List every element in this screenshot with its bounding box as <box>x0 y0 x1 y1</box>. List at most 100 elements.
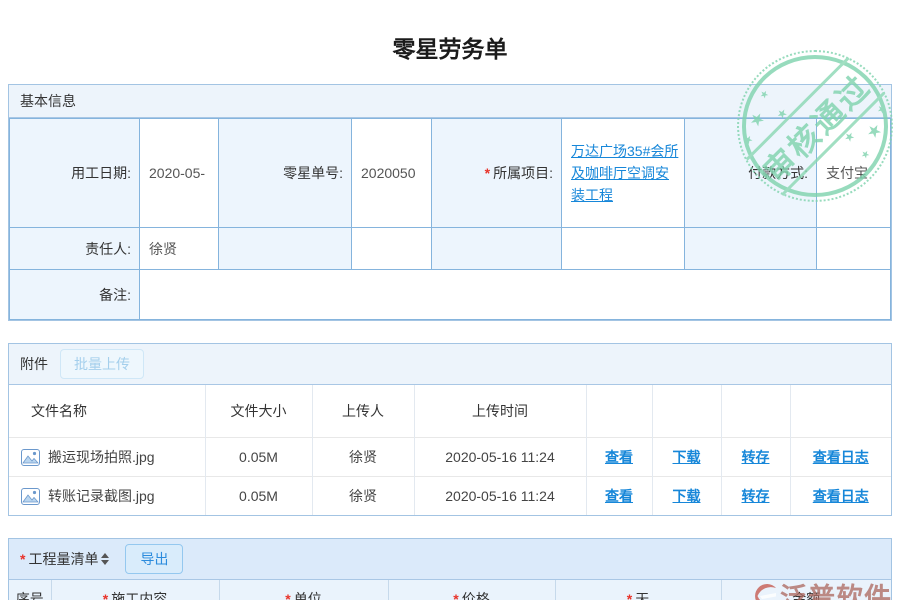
field-value-labor-date: 2020-05- <box>140 119 219 228</box>
file-size: 0.05M <box>205 438 312 477</box>
table-header-row: 文件名称 文件大小 上传人 上传时间 <box>9 385 891 438</box>
basic-info-title: 基本信息 <box>20 91 76 111</box>
sort-down-icon <box>101 560 109 565</box>
basic-info-panel: 基本信息 用工日期: 2020-05- 零星单号: 2020050 *所属项目:… <box>8 84 892 321</box>
label-text: 备注: <box>99 287 131 303</box>
required-asterisk: * <box>103 591 108 600</box>
field-label-order-number: 零星单号: <box>219 119 352 228</box>
col-upload-time: 上传时间 <box>414 385 586 438</box>
action-cell: 查看 <box>586 477 652 516</box>
required-asterisk: * <box>627 591 632 600</box>
attachments-panel: 附件 批量上传 文件名称 文件大小 上传人 上传时间 搬运现场拍照.jpg 0.… <box>8 343 892 516</box>
upload-time: 2020-05-16 11:24 <box>414 438 586 477</box>
col-amount: 金额 <box>721 580 891 600</box>
empty-cell <box>352 228 432 270</box>
page-title: 零星劳务单 <box>0 30 900 62</box>
value-text: 徐贤 <box>149 241 177 257</box>
table-row: 责任人: 徐贤 <box>10 228 891 270</box>
file-name: 转账记录截图.jpg <box>48 486 155 506</box>
col-uploader: 上传人 <box>312 385 414 438</box>
attachments-table: 文件名称 文件大小 上传人 上传时间 搬运现场拍照.jpg 0.05M 徐贤 2… <box>9 385 891 515</box>
field-value-payment-method: 支付宝 <box>817 119 891 228</box>
transfer-link[interactable]: 转存 <box>742 449 770 465</box>
value-text: 2020050 <box>361 165 416 181</box>
table-row: 转账记录截图.jpg 0.05M 徐贤 2020-05-16 11:24 查看 … <box>9 477 891 516</box>
label-text: 所属项目: <box>493 165 553 181</box>
action-cell: 查看日志 <box>790 477 891 516</box>
basic-info-header: 基本信息 <box>9 85 891 118</box>
col-action <box>586 385 652 438</box>
export-button[interactable]: 导出 <box>125 544 183 574</box>
table-row: 备注: <box>10 270 891 320</box>
boq-panel: * 工程量清单 导出 序号 *施工内容 *单位 *价格 *天 金额 1 空调搬运… <box>8 538 892 600</box>
empty-cell <box>219 228 352 270</box>
field-value-responsible-person: 徐贤 <box>140 228 219 270</box>
download-link[interactable]: 下载 <box>673 488 701 504</box>
col-label: 天 <box>635 591 649 600</box>
attachments-title: 附件 <box>20 354 48 374</box>
col-unit: * 单位 <box>219 580 388 600</box>
col-construction-content: *施工内容 <box>51 580 219 600</box>
label-text: 付款方式: <box>748 165 808 181</box>
required-asterisk: * <box>20 551 25 567</box>
field-label-labor-date: 用工日期: <box>10 119 140 228</box>
image-file-icon <box>21 488 40 505</box>
empty-cell <box>817 228 891 270</box>
uploader: 徐贤 <box>312 477 414 516</box>
uploader: 徐贤 <box>312 438 414 477</box>
col-serial: 序号 <box>9 580 51 600</box>
sort-up-icon <box>101 553 109 558</box>
action-cell: 下载 <box>652 477 721 516</box>
view-log-link[interactable]: 查看日志 <box>813 449 869 465</box>
table-row: 搬运现场拍照.jpg 0.05M 徐贤 2020-05-16 11:24 查看 … <box>9 438 891 477</box>
empty-cell <box>562 228 685 270</box>
table-row: 用工日期: 2020-05- 零星单号: 2020050 *所属项目: 万达广场… <box>10 119 891 228</box>
upload-time: 2020-05-16 11:24 <box>414 477 586 516</box>
required-asterisk: * <box>485 165 490 181</box>
col-price: *价格 <box>388 580 555 600</box>
col-label: 施工内容 <box>111 591 167 600</box>
project-link[interactable]: 万达广场35#会所及咖啡厅空调安装工程 <box>571 143 678 203</box>
empty-cell <box>685 228 817 270</box>
field-label-remarks: 备注: <box>10 270 140 320</box>
col-label: 序号 <box>16 591 44 600</box>
transfer-link[interactable]: 转存 <box>742 488 770 504</box>
required-asterisk: * <box>285 591 290 600</box>
field-value-project: 万达广场35#会所及咖啡厅空调安装工程 <box>562 119 685 228</box>
download-link[interactable]: 下载 <box>673 449 701 465</box>
action-cell: 查看 <box>586 438 652 477</box>
col-label: 金额 <box>792 591 820 600</box>
empty-cell <box>432 228 562 270</box>
image-file-icon <box>21 449 40 466</box>
col-label: 价格 <box>462 591 490 600</box>
col-action <box>721 385 790 438</box>
label-text: 责任人: <box>85 241 131 257</box>
view-log-link[interactable]: 查看日志 <box>813 488 869 504</box>
view-link[interactable]: 查看 <box>605 449 633 465</box>
file-name: 搬运现场拍照.jpg <box>48 447 155 467</box>
value-text: 支付宝 <box>826 165 868 181</box>
col-file-size: 文件大小 <box>205 385 312 438</box>
view-link[interactable]: 查看 <box>605 488 633 504</box>
col-action <box>652 385 721 438</box>
field-label-project: *所属项目: <box>432 119 562 228</box>
batch-upload-button[interactable]: 批量上传 <box>60 349 144 379</box>
col-file-name: 文件名称 <box>9 385 205 438</box>
action-cell: 转存 <box>721 438 790 477</box>
table-header-row: 序号 *施工内容 *单位 *价格 *天 金额 <box>9 580 891 600</box>
field-label-payment-method: 付款方式: <box>685 119 817 228</box>
file-name-cell: 搬运现场拍照.jpg <box>9 438 205 477</box>
boq-title: 工程量清单 <box>28 549 98 569</box>
action-cell: 下载 <box>652 438 721 477</box>
sort-spinner[interactable] <box>101 553 109 565</box>
attachments-header: 附件 批量上传 <box>9 344 891 385</box>
file-size: 0.05M <box>205 477 312 516</box>
action-cell: 转存 <box>721 477 790 516</box>
field-value-order-number: 2020050 <box>352 119 432 228</box>
label-text: 用工日期: <box>71 165 131 181</box>
value-text: 2020-05- <box>149 165 205 181</box>
boq-table: 序号 *施工内容 *单位 *价格 *天 金额 1 空调搬运 项 300.00 1… <box>9 580 891 600</box>
col-label: 单位 <box>294 591 322 600</box>
action-cell: 查看日志 <box>790 438 891 477</box>
basic-info-table: 用工日期: 2020-05- 零星单号: 2020050 *所属项目: 万达广场… <box>9 118 891 320</box>
